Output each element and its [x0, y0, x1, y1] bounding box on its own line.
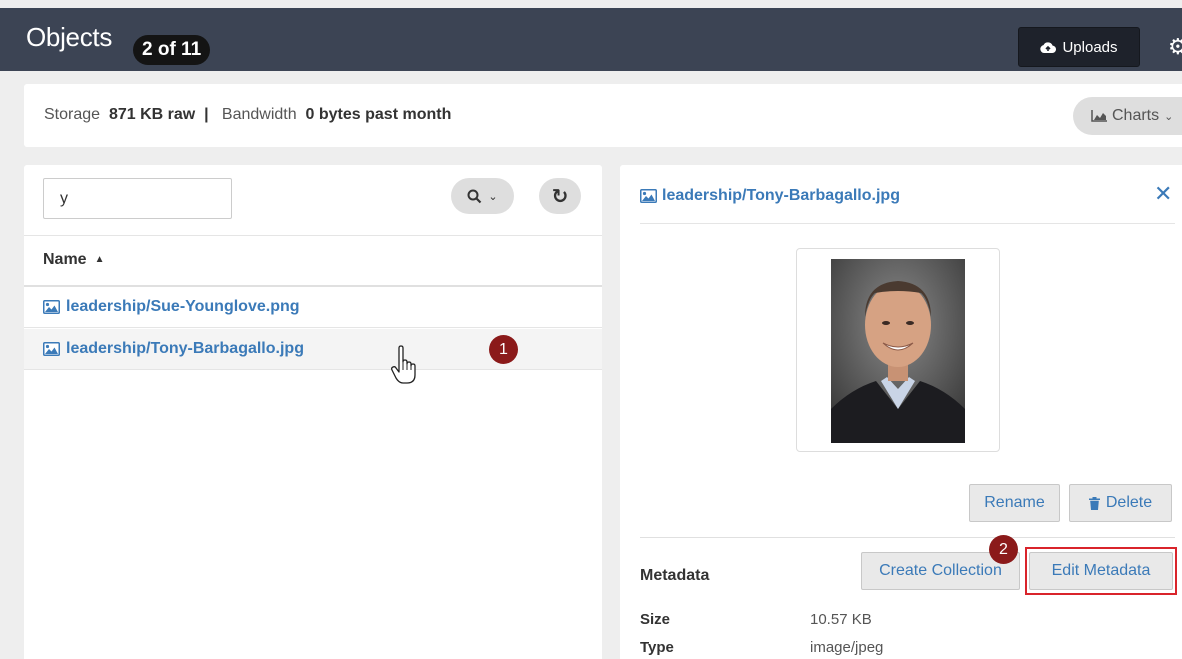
charts-label: Charts: [1112, 107, 1160, 124]
charts-button[interactable]: Charts ⌄: [1073, 97, 1182, 135]
area-chart-icon: [1091, 110, 1107, 122]
object-detail-panel: leadership/Tony-Barbagallo.jpg ✕ Rename: [620, 165, 1182, 659]
uploads-label: Uploads: [1062, 38, 1118, 56]
step-1-badge: 1: [489, 335, 518, 364]
divider: [640, 537, 1175, 538]
chevron-down-icon: ⌄: [488, 190, 498, 203]
image-file-icon: [640, 189, 657, 203]
file-link[interactable]: leadership/Sue-Younglove.png: [66, 298, 300, 316]
highlight-box: [1025, 547, 1177, 595]
uploads-button[interactable]: Uploads: [1018, 27, 1140, 67]
image-preview: [796, 248, 1000, 452]
divider: [24, 235, 602, 236]
name-column-header[interactable]: Name ▲: [43, 251, 104, 269]
storage-panel: Storage 871 KB raw | Bandwidth 0 bytes p…: [24, 84, 1182, 147]
metadata-value-size: 10.57 KB: [810, 611, 872, 628]
image-file-icon: [43, 342, 60, 356]
bandwidth-label: Bandwidth: [221, 106, 297, 123]
chevron-down-icon: ⌄: [1164, 110, 1174, 123]
storage-label: Storage: [44, 106, 101, 123]
search-input[interactable]: [43, 178, 232, 219]
object-list-panel: ⌄ ↻ Name ▲ leadership/Sue-Younglove.png l…: [24, 165, 602, 659]
file-link[interactable]: leadership/Tony-Barbagallo.jpg: [66, 340, 304, 358]
table-row[interactable]: leadership/Sue-Younglove.png: [24, 287, 602, 328]
search-options-button[interactable]: ⌄: [451, 178, 514, 214]
divider: [640, 223, 1175, 224]
refresh-button[interactable]: ↻: [539, 178, 581, 214]
detail-filename: leadership/Tony-Barbagallo.jpg: [662, 187, 900, 204]
trash-icon: [1088, 496, 1100, 510]
refresh-icon: ↻: [551, 185, 569, 208]
image-file-icon: [43, 300, 60, 314]
name-column-label: Name: [43, 251, 87, 268]
rename-button[interactable]: Rename: [969, 484, 1060, 522]
close-icon[interactable]: ✕: [1154, 183, 1172, 205]
metadata-value-type: image/jpeg: [810, 639, 884, 656]
create-collection-label: Create Collection: [879, 562, 1002, 579]
top-header: Objects 2 of 11 Uploads ⚙: [0, 8, 1182, 71]
storage-separator: |: [204, 106, 209, 123]
metadata-heading: Metadata: [640, 567, 710, 584]
gear-icon[interactable]: ⚙: [1168, 36, 1182, 58]
page-title: Objects: [26, 22, 113, 52]
portrait-photo: [831, 259, 965, 443]
bandwidth-value: 0 bytes past month: [305, 106, 452, 123]
metadata-key-size: Size: [640, 611, 671, 628]
step-2-badge: 2: [989, 535, 1018, 564]
sort-ascending-icon: ▲: [94, 254, 105, 265]
object-count-badge: 2 of 11: [133, 35, 211, 65]
delete-button[interactable]: Delete: [1069, 484, 1172, 522]
cloud-upload-icon: [1040, 41, 1057, 53]
rename-label: Rename: [984, 494, 1045, 511]
search-icon: [467, 189, 482, 203]
storage-summary: Storage 871 KB raw | Bandwidth 0 bytes p…: [44, 106, 451, 124]
storage-value: 871 KB raw: [108, 106, 196, 123]
metadata-key-type: Type: [640, 639, 674, 656]
delete-label: Delete: [1105, 494, 1153, 511]
hand-pointer-icon: [391, 345, 416, 384]
detail-title: leadership/Tony-Barbagallo.jpg: [640, 187, 900, 205]
